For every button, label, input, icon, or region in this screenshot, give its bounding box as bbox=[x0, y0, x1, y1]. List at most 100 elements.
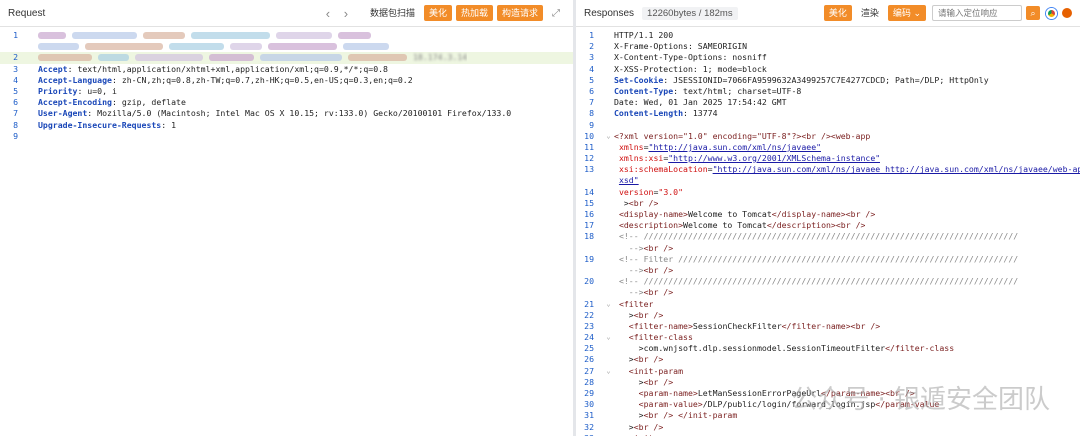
fold-chevron-icon[interactable]: ⌄ bbox=[603, 299, 614, 310]
fold-chevron-icon[interactable]: ⌄ bbox=[603, 131, 614, 142]
fold-gutter bbox=[603, 410, 614, 421]
code-text: X-Content-Type-Options: nosniff bbox=[614, 52, 767, 63]
fold-gutter bbox=[603, 265, 614, 276]
fold-chevron-icon[interactable]: ⌄ bbox=[603, 332, 614, 343]
fold-gutter bbox=[27, 41, 38, 52]
line-number: 25 bbox=[584, 343, 594, 354]
code-text: Date: Wed, 01 Jan 2025 17:54:42 GMT bbox=[614, 97, 787, 108]
fold-gutter bbox=[603, 254, 614, 265]
fold-gutter bbox=[603, 399, 614, 410]
fold-gutter bbox=[603, 164, 614, 175]
response-editor[interactable]: 1 HTTP/1.1 200 2 X-Frame-Options: SAMEORIGI… bbox=[576, 27, 1080, 436]
response-search-input[interactable] bbox=[932, 5, 1022, 21]
line-number: 2 bbox=[13, 52, 18, 63]
chrome-icon[interactable] bbox=[1046, 7, 1057, 19]
fold-chevron-icon[interactable]: ⌄ bbox=[603, 366, 614, 377]
line-number: 1 bbox=[13, 30, 18, 40]
code-text: HTTP/1.1 200 bbox=[614, 30, 674, 40]
code-line: 19 <!-- Filter /////////////////////////… bbox=[576, 254, 1080, 265]
code-line: 14 version="3.0" bbox=[576, 187, 1080, 198]
code-line: 23 <filter-name>SessionCheckFilter</filt… bbox=[576, 321, 1080, 332]
code-line: 5 Set-Cookie: JSESSIONID=7066FA9599632A34… bbox=[576, 75, 1080, 86]
header-line: Accept: text/html,application/xhtml+xml,… bbox=[38, 63, 388, 74]
fold-gutter bbox=[603, 287, 614, 298]
line-number: 29 bbox=[584, 388, 594, 398]
nav-prev-icon[interactable]: ‹ bbox=[319, 6, 337, 21]
line-number: 8 bbox=[589, 108, 594, 119]
expand-icon[interactable]: ⤢ bbox=[547, 8, 565, 19]
code-line: 21 ⌄ <filter bbox=[576, 299, 1080, 310]
line-number: 26 bbox=[584, 354, 594, 365]
http-repeater-window: Request ‹ › 数据包扫描 美化 热加载 构造请求 ⤢ 1 2 18.174… bbox=[0, 0, 1080, 436]
render-button[interactable]: 渲染 bbox=[856, 5, 884, 21]
line-number: 14 bbox=[584, 186, 594, 197]
code-line: 25 >com.wnjsoft.dlp.sessionmodel.Session… bbox=[576, 343, 1080, 354]
scan-button[interactable]: 数据包扫描 bbox=[365, 5, 420, 21]
header-value: zh-CN,zh;q=0.8,zh-TW;q=0.7,zh-HK;q=0.5,e… bbox=[116, 74, 413, 85]
redaction-blur bbox=[260, 54, 342, 62]
fold-gutter bbox=[27, 97, 38, 108]
hot-load-button[interactable]: 热加载 bbox=[455, 5, 493, 21]
request-header: Request ‹ › 数据包扫描 美化 热加载 构造请求 ⤢ bbox=[0, 0, 573, 27]
redacted-line bbox=[38, 30, 377, 41]
code-line: 11 xmlns="http://java.sun.com/xml/ns/jav… bbox=[576, 142, 1080, 153]
line-number: 32 bbox=[584, 421, 594, 432]
browser-icon[interactable] bbox=[1062, 8, 1072, 18]
code-text: ><br /> </init-param bbox=[614, 410, 738, 421]
code-text: ><br /> bbox=[614, 197, 659, 208]
redaction-blur bbox=[169, 43, 224, 51]
redaction-blur bbox=[230, 43, 262, 51]
header-value: 1 bbox=[166, 119, 177, 130]
code-line: 13 xsi:schemaLocation="http://java.sun.c… bbox=[576, 164, 1080, 175]
header-line: Content-Type: text/html; charset=UTF-8 bbox=[614, 85, 802, 96]
redaction-blur bbox=[98, 54, 129, 62]
response-beautify-button[interactable]: 美化 bbox=[823, 5, 852, 21]
code-line: 32 ><br /> bbox=[576, 422, 1080, 433]
code-text: <filter-class bbox=[628, 332, 693, 343]
code-text: <?xml version="1.0" encoding="UTF-8"?><b… bbox=[614, 130, 871, 141]
search-icon[interactable]: ⌕ bbox=[1026, 6, 1040, 20]
fold-gutter bbox=[603, 120, 614, 131]
code-line: --><br /> bbox=[576, 243, 1080, 254]
code-line: 4 Accept-Language: zh-CN,zh;q=0.8,zh-TW;q… bbox=[0, 75, 573, 86]
code-text: <filter-name>SessionCheckFilter</filter-… bbox=[628, 320, 881, 331]
line-number: 9 bbox=[13, 130, 18, 141]
request-editor[interactable]: 1 2 18.174.3.14 3 Accept: text/html,applicat… bbox=[0, 27, 573, 142]
redaction-blur bbox=[38, 54, 92, 62]
line-number: 6 bbox=[13, 97, 18, 108]
encoding-dropdown[interactable]: 编码 ⌄ bbox=[887, 5, 926, 21]
redaction-blur bbox=[191, 32, 270, 39]
construct-request-button[interactable]: 构造请求 bbox=[496, 5, 543, 21]
header-key: Priority bbox=[38, 85, 78, 96]
line-number: 18 bbox=[584, 231, 594, 242]
fold-gutter bbox=[603, 310, 614, 321]
fold-gutter bbox=[603, 75, 614, 86]
line-number bbox=[576, 243, 603, 254]
header-key: Content-Length bbox=[614, 108, 684, 119]
beautify-button[interactable]: 美化 bbox=[423, 5, 452, 21]
nav-next-icon[interactable]: › bbox=[337, 6, 355, 21]
header-key: Accept bbox=[38, 63, 68, 74]
fold-gutter bbox=[603, 354, 614, 365]
code-text: ><br /> bbox=[614, 354, 664, 365]
redaction-blur bbox=[348, 54, 407, 62]
redaction-blur bbox=[72, 32, 137, 39]
line-number: 28 bbox=[584, 376, 594, 387]
line-number: 6 bbox=[589, 85, 594, 96]
line-number: 7 bbox=[13, 108, 18, 119]
line-number: 3 bbox=[13, 63, 18, 74]
fold-gutter bbox=[603, 243, 614, 254]
encoding-label: 编码 bbox=[892, 8, 911, 18]
line-number: 20 bbox=[584, 276, 594, 287]
response-title: Responses bbox=[584, 7, 635, 19]
code-line: 17 <description>Welcome to Tomcat</descr… bbox=[576, 220, 1080, 231]
fold-gutter bbox=[603, 30, 614, 41]
fold-gutter bbox=[603, 108, 614, 119]
line-number: 11 bbox=[584, 141, 594, 152]
header-key: Accept-Encoding bbox=[38, 97, 112, 108]
line-number: 24 bbox=[584, 332, 594, 343]
redaction-blur bbox=[338, 32, 371, 39]
header-value: 13774 bbox=[687, 108, 718, 119]
line-number: 30 bbox=[584, 399, 594, 410]
code-line: 7 User-Agent: Mozilla/5.0 (Macintosh; Int… bbox=[0, 108, 573, 119]
